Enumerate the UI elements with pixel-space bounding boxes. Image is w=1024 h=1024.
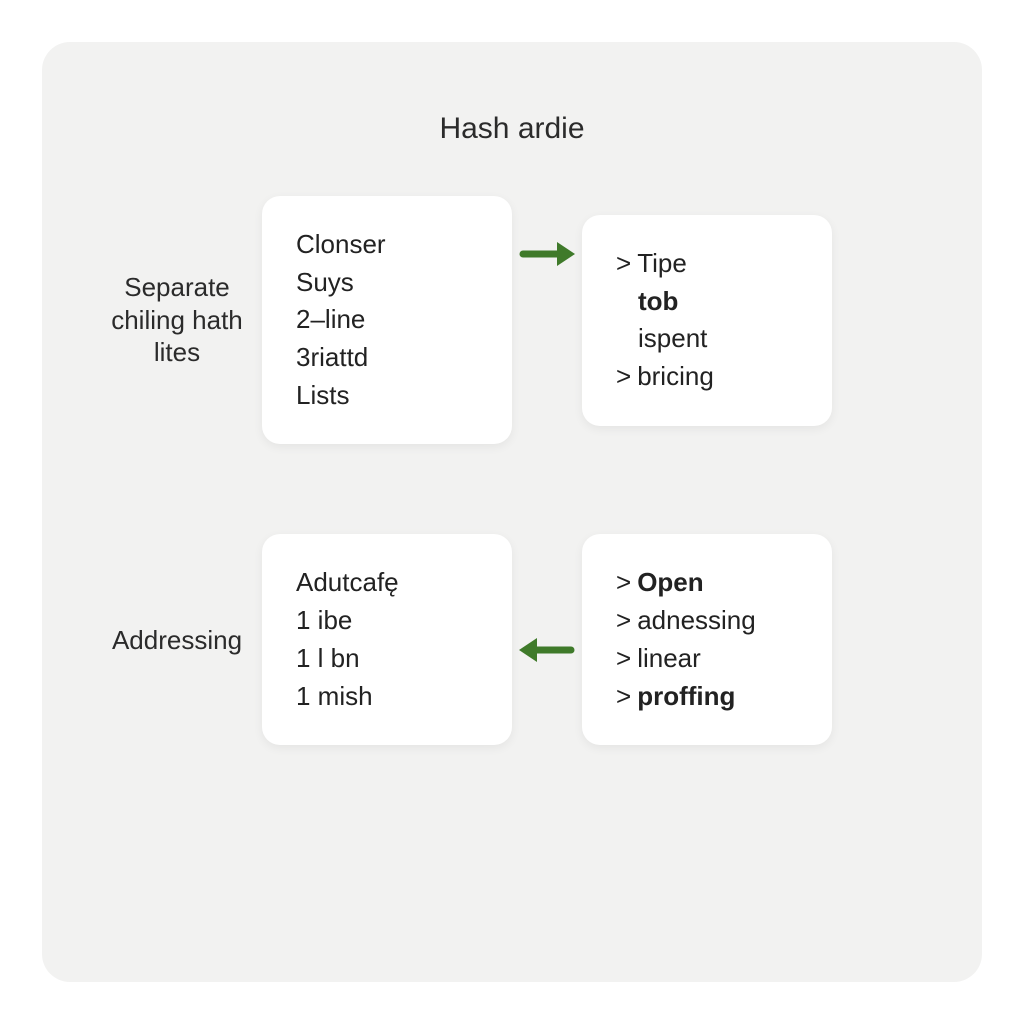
row-label: Separate chiling hath lites: [92, 271, 262, 369]
card-line: 3riattd: [296, 339, 478, 377]
card-line: 1 l bn: [296, 640, 478, 678]
card-line: >linear: [616, 640, 798, 678]
diagram-canvas: Hash ardie Separate chiling hath lites C…: [42, 42, 982, 982]
card-line: Clonser: [296, 226, 478, 264]
card-line: 1 mish: [296, 678, 478, 716]
card-line: Adutcafę: [296, 564, 478, 602]
card-line: tob: [616, 283, 798, 321]
card-line: >proffing: [616, 678, 798, 716]
card-line: 2–line: [296, 301, 478, 339]
card-line: Suys: [296, 264, 478, 302]
row-label: Addressing: [92, 624, 262, 657]
arrow-right-icon: [512, 236, 582, 272]
card-line: 1 ibe: [296, 602, 478, 640]
card-line: >bricing: [616, 358, 798, 396]
arrow-left-icon: [512, 632, 582, 668]
card-left: Adutcafę 1 ibe 1 l bn 1 mish: [262, 534, 512, 745]
card-line: Lists: [296, 377, 478, 415]
card-right: >Open >adnessing >linear >proffing: [582, 534, 832, 745]
card-line: >Open: [616, 564, 798, 602]
diagram-title: Hash ardie: [92, 112, 932, 146]
card-left: Clonser Suys 2–line 3riattd Lists: [262, 196, 512, 444]
card-line: >adnessing: [616, 602, 798, 640]
row-separate-chaining: Separate chiling hath lites Clonser Suys…: [92, 196, 932, 444]
card-line: ispent: [616, 320, 798, 358]
card-line: >Tipe: [616, 245, 798, 283]
row-open-addressing: Addressing Adutcafę 1 ibe 1 l bn 1 mish …: [92, 534, 932, 745]
card-right: >Tipe tob ispent >bricing: [582, 215, 832, 426]
